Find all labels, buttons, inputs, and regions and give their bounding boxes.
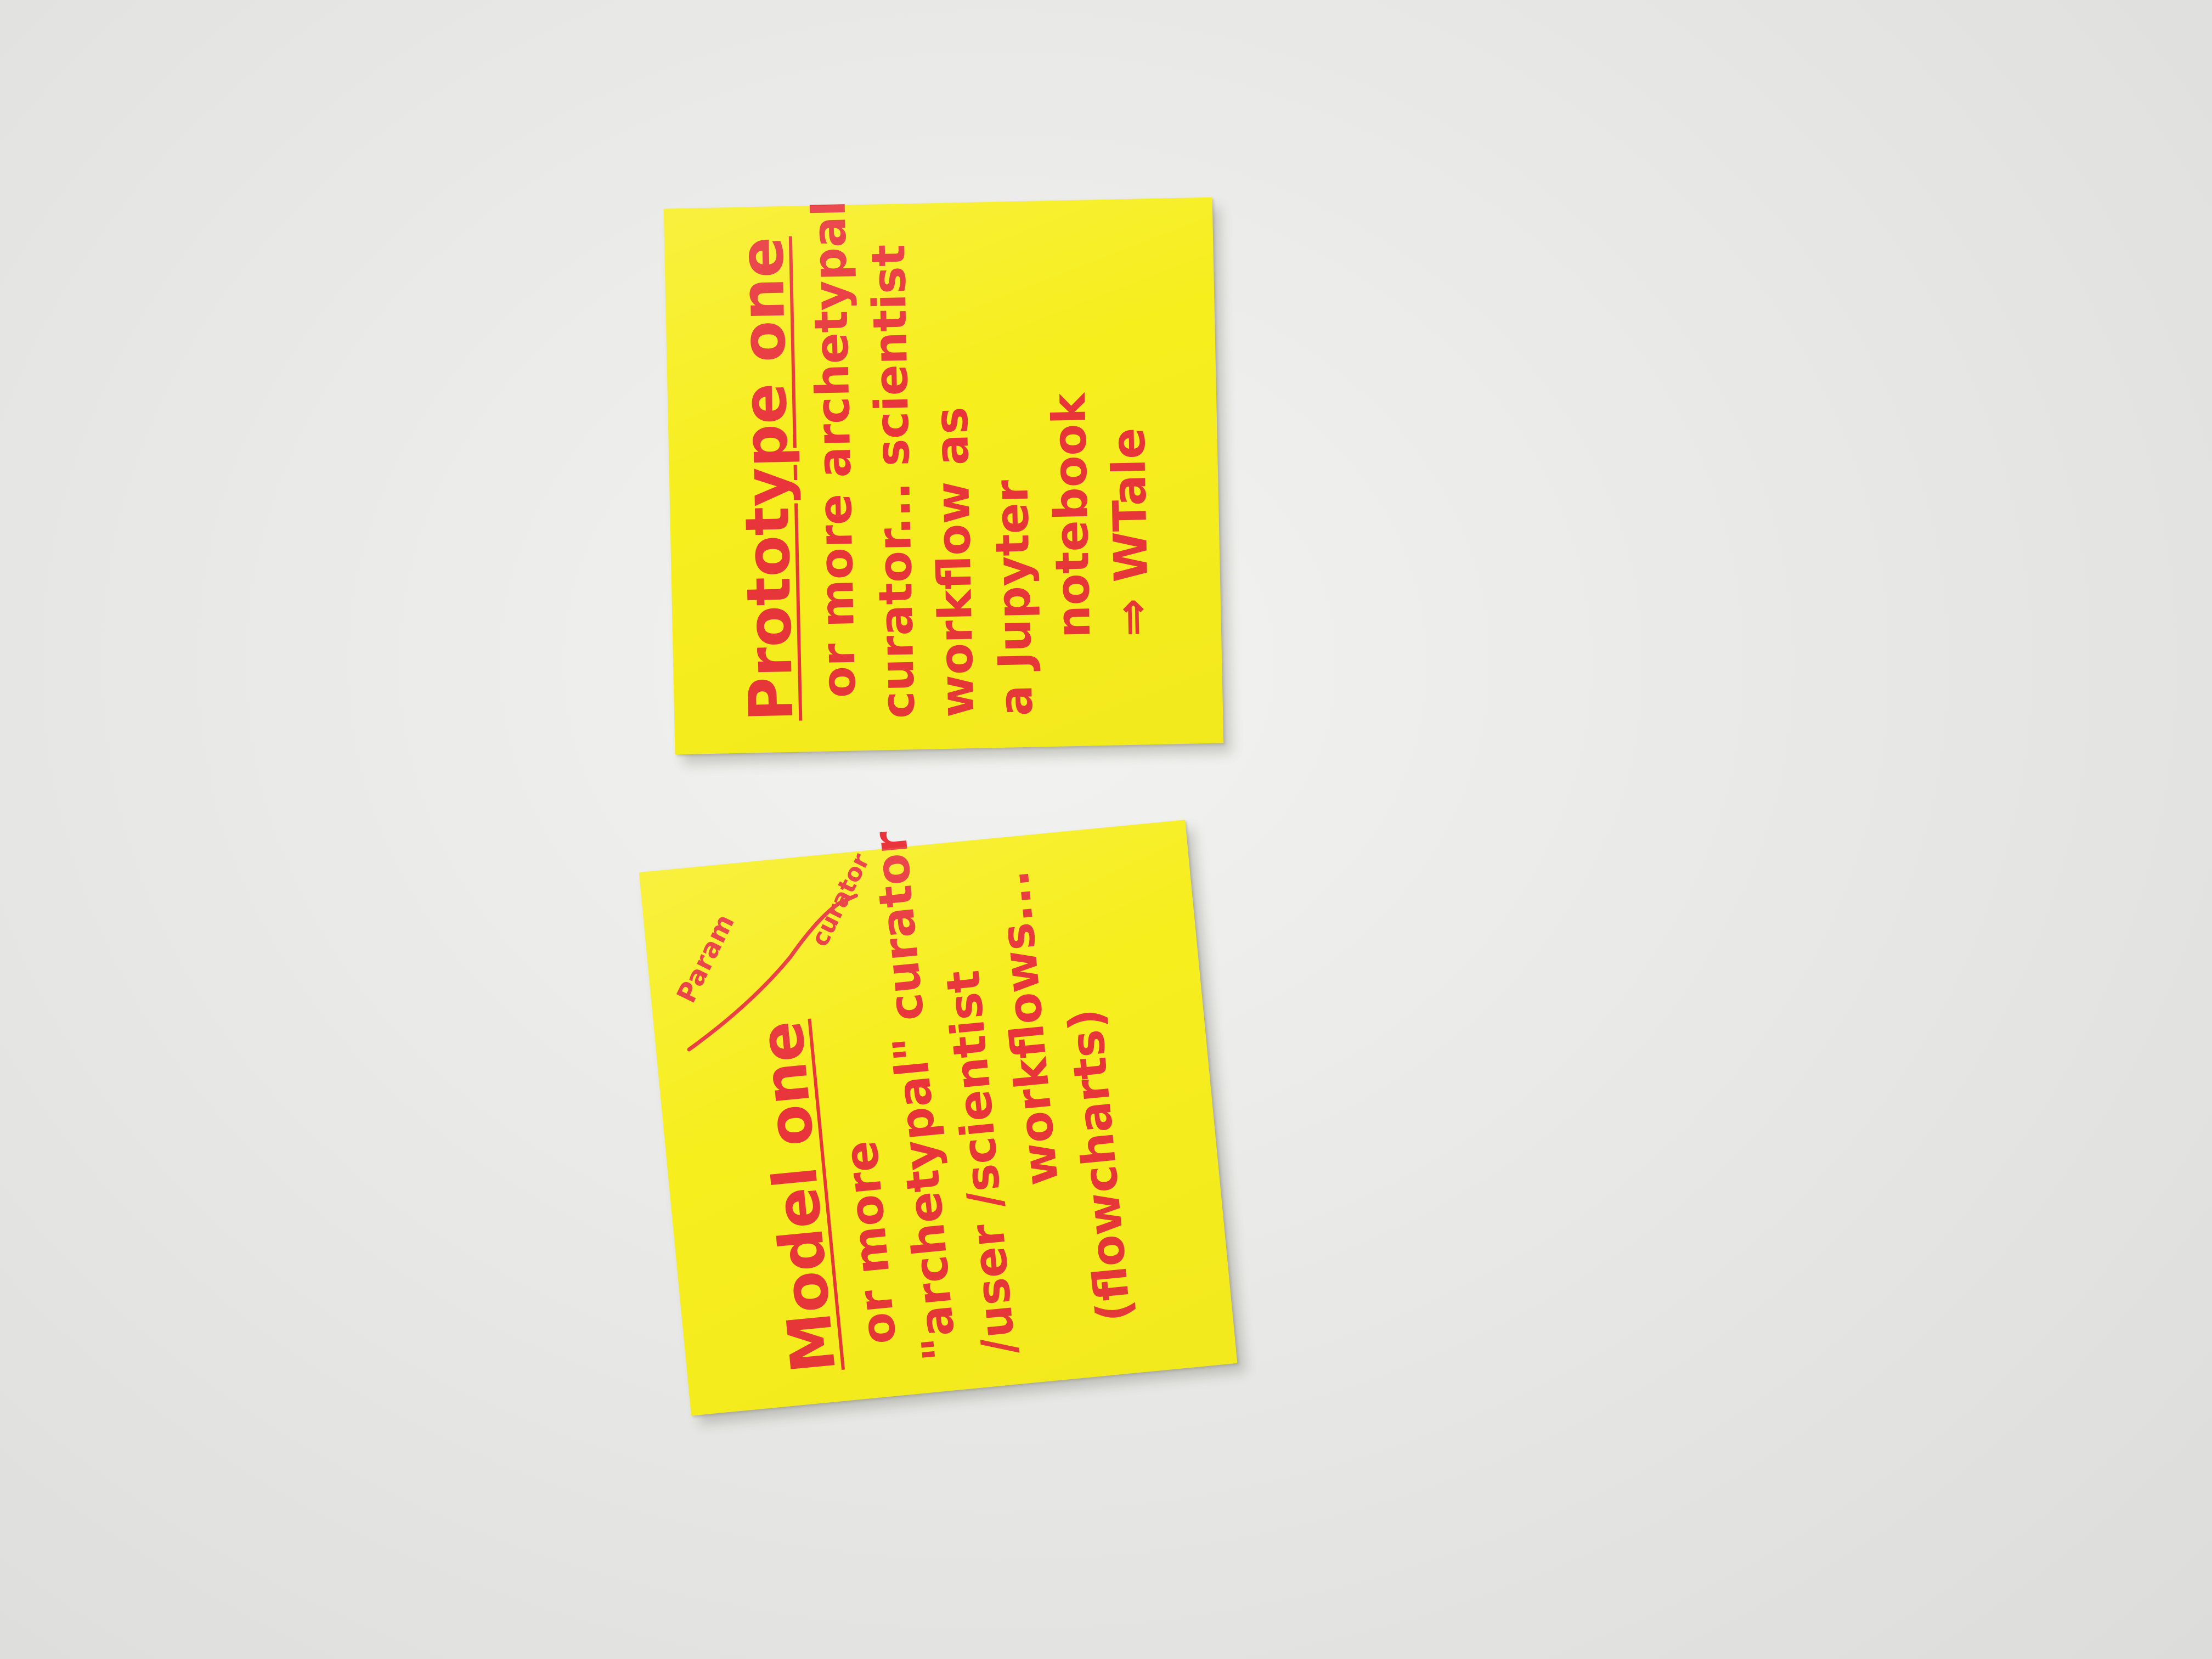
note-line-title: Prototype one xyxy=(726,236,807,722)
sticky-note-prototype: Prototype one or more archetypal curator… xyxy=(663,197,1224,755)
note-line: curator... scientist xyxy=(861,244,926,719)
note-line: notebook xyxy=(1041,392,1101,639)
note-line: ⇒ WTale xyxy=(1101,427,1160,637)
note-line: or more archetypal xyxy=(802,200,866,698)
note-line: workflow as xyxy=(924,406,985,718)
note-text-model: Model one or more "archetypal" curator /… xyxy=(730,828,1147,1376)
wall-background: Prototype one or more archetypal curator… xyxy=(0,0,2212,1659)
note-text-prototype: Prototype one or more archetypal curator… xyxy=(723,200,1164,722)
sticky-note-model: Param curator Model one or more "archety… xyxy=(639,820,1238,1416)
note-line: a Jupyter xyxy=(984,479,1043,716)
